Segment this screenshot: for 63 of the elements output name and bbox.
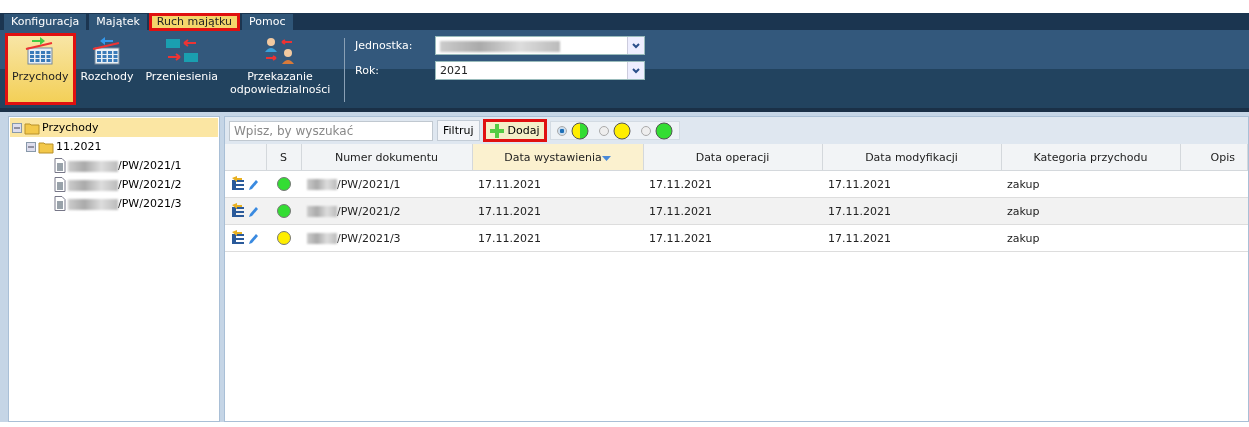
table-cell: 17.11.2021 — [822, 170, 1001, 198]
table-cell: zakup — [1001, 197, 1180, 225]
table-cell: /PW/2021/2 — [301, 197, 472, 225]
document-icon — [54, 158, 66, 173]
toolbar-button[interactable]: Przeniesienia — [139, 34, 225, 104]
column-header[interactable]: Kategoria przychodu — [1001, 144, 1180, 171]
toolbar-button[interactable]: Przychody — [6, 34, 75, 104]
menu-tab[interactable]: Pomoc — [242, 14, 293, 30]
dropdown-field[interactable]: 2021 — [435, 61, 646, 80]
status-filter-option[interactable] — [640, 121, 673, 140]
chevron-down-icon — [632, 67, 641, 74]
column-header[interactable]: S — [266, 144, 301, 171]
table-cell: 17.11.2021 — [472, 224, 643, 252]
edit-list-icon — [231, 201, 245, 218]
tree-item[interactable]: /PW/2021/1 — [38, 156, 218, 175]
sort-arrow-icon — [601, 155, 611, 161]
toolbar-button[interactable]: Rozchody — [74, 34, 140, 104]
column-header[interactable]: Numer dokumentu — [301, 144, 472, 171]
radio-button[interactable] — [598, 125, 609, 136]
plus-icon — [489, 123, 504, 138]
column-header[interactable]: Data operacji — [643, 144, 822, 171]
table-cell: 17.11.2021 — [472, 197, 643, 225]
table-cell: zakup — [1001, 170, 1180, 198]
dropdown-field[interactable] — [435, 36, 646, 55]
collapse-icon — [26, 141, 36, 152]
folder-icon — [38, 139, 54, 154]
add-button[interactable]: Dodaj — [483, 120, 546, 141]
toolbar-button[interactable]: Przekazanie odpowiedzialności — [224, 34, 337, 104]
menu-tab[interactable]: Majątek — [89, 14, 147, 30]
search-field[interactable]: Wpisz, by wyszukać — [229, 120, 433, 141]
column-header[interactable]: Data wystawienia — [472, 144, 643, 171]
document-icon — [54, 177, 66, 192]
table-cell: /PW/2021/1 — [301, 170, 472, 198]
table-cell: 17.11.2021 — [472, 170, 643, 198]
tree-item[interactable]: Przychody — [10, 118, 218, 137]
radio-button[interactable] — [556, 125, 567, 136]
column-header[interactable]: Data modyfikacji — [822, 144, 1001, 171]
chevron-down-icon — [632, 42, 641, 49]
radio-button[interactable] — [640, 125, 651, 136]
edit-list-icon — [231, 174, 245, 191]
field-label: Rok: — [355, 64, 380, 77]
table-cell: zakup — [1001, 224, 1180, 252]
table-cell: /PW/2021/3 — [301, 224, 472, 252]
filter-button[interactable]: Filtruj — [437, 120, 480, 141]
tree-item[interactable]: /PW/2021/3 — [38, 194, 218, 213]
menu-tab[interactable]: Konfiguracja — [4, 14, 87, 30]
status-filter-option[interactable] — [598, 121, 631, 140]
document-icon — [54, 196, 66, 211]
menu-tab[interactable]: Ruch majątku — [149, 14, 240, 30]
status-filter-option[interactable] — [556, 121, 589, 140]
table-cell: 17.11.2021 — [643, 170, 822, 198]
table-cell: 17.11.2021 — [643, 197, 822, 225]
edit-list-icon — [231, 228, 245, 245]
table-cell: 17.11.2021 — [822, 197, 1001, 225]
field-label: Jednostka: — [355, 39, 414, 52]
table-cell: 17.11.2021 — [643, 224, 822, 252]
collapse-icon — [12, 122, 22, 133]
folder-icon — [24, 120, 40, 135]
tree-item[interactable]: 11.2021 — [24, 137, 218, 156]
column-header[interactable]: Opis — [1180, 144, 1248, 171]
tree-item[interactable]: /PW/2021/2 — [38, 175, 218, 194]
table-cell: 17.11.2021 — [822, 224, 1001, 252]
status-circle-icon — [570, 121, 589, 140]
